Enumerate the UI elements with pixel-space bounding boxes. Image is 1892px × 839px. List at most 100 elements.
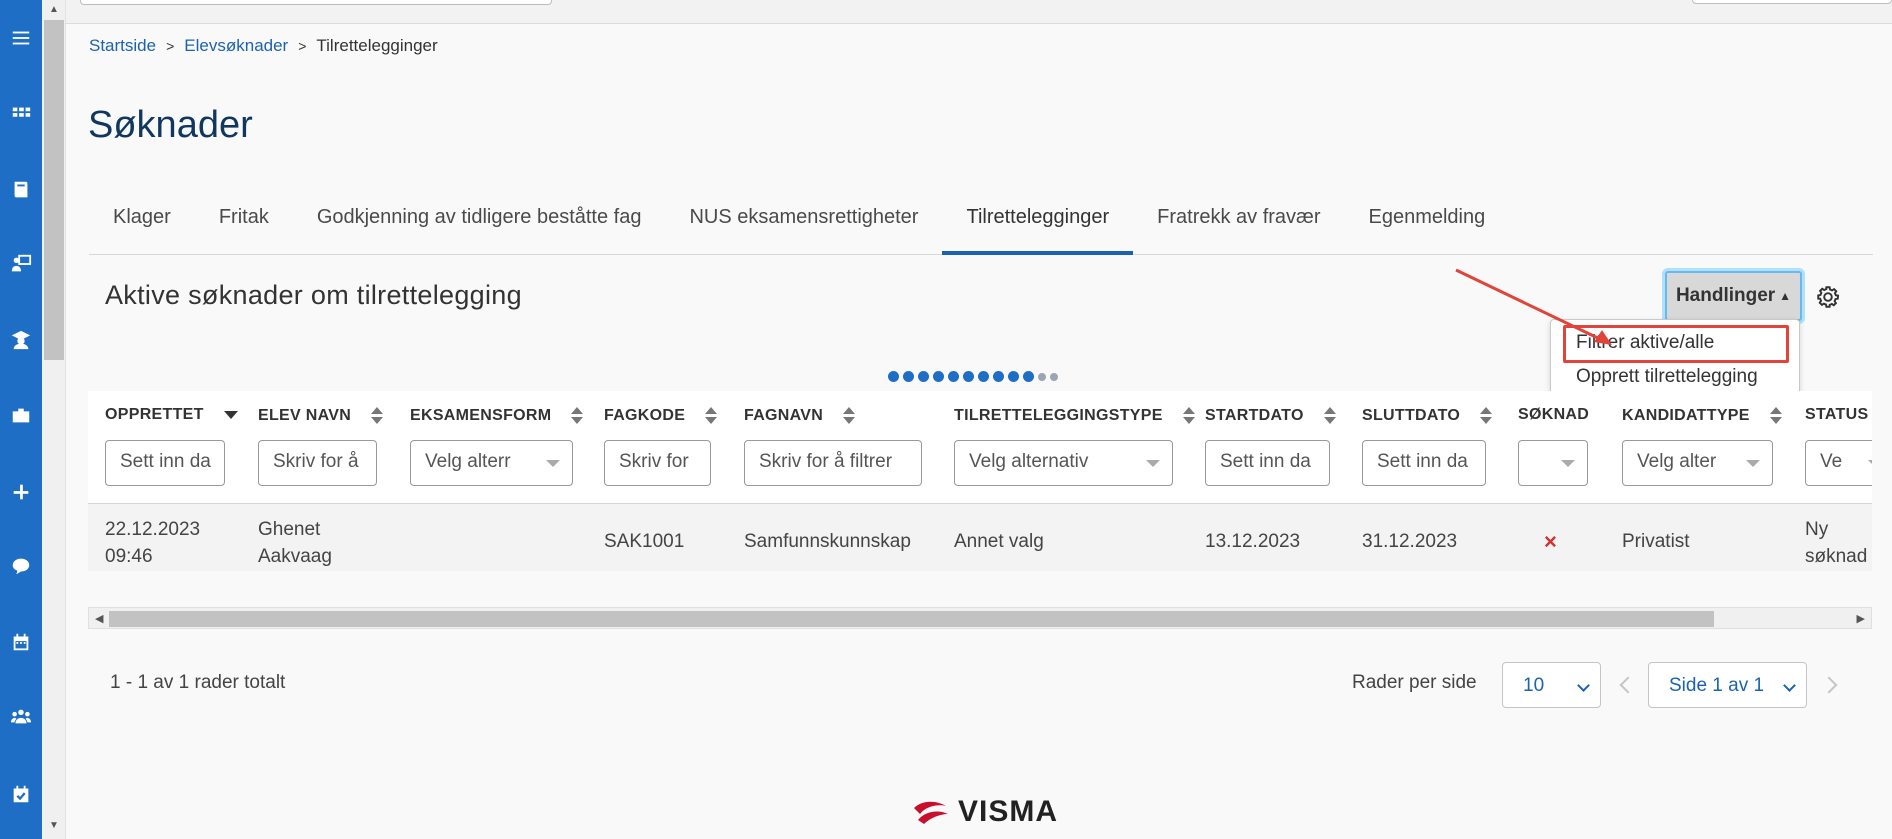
book-icon[interactable] <box>9 178 33 202</box>
section-title: Aktive søknader om tilrettelegging <box>105 280 522 310</box>
scroll-left-icon[interactable]: ◀ <box>95 612 103 625</box>
student-icon[interactable] <box>9 328 33 352</box>
column-header-kandidattype[interactable]: KANDIDATTYPE <box>1622 406 1782 426</box>
top-right-control[interactable] <box>1692 0 1892 4</box>
scroll-down-icon[interactable]: ▼ <box>48 820 60 832</box>
rows-per-page-label: Rader per side <box>1352 672 1477 693</box>
table-header: OPPRETTET ELEV NAVN EKSAMENSFORM FAGKODE… <box>88 391 1872 504</box>
sort-icon <box>571 406 584 426</box>
chevron-right-icon: > <box>166 38 175 54</box>
vertical-scrollbar[interactable]: ▲ ▼ <box>42 0 66 839</box>
cell-status: Ny søknad <box>1805 519 1868 567</box>
menu-item-create-accommodation[interactable]: Opprett tilrettelegging <box>1576 366 1758 388</box>
gear-icon[interactable] <box>1815 284 1841 310</box>
calendar-check-icon[interactable] <box>9 782 33 806</box>
cell-tilretteleggingstype: Annet valg <box>954 531 1044 552</box>
caret-up-icon: ▲ <box>1779 289 1792 303</box>
apps-grid-icon[interactable] <box>9 102 33 126</box>
sort-icon <box>371 406 384 426</box>
column-header-status[interactable]: STATUS <box>1805 406 1868 424</box>
filter-kandidattype[interactable]: Velg alter <box>1622 440 1773 486</box>
tab-tilrettelegginger[interactable]: Tilrettelegginger <box>942 182 1134 255</box>
main-content: Startside > Elevsøknader > Tilretteleggi… <box>66 24 1892 839</box>
column-header-elev-navn[interactable]: ELEV NAVN <box>258 406 384 426</box>
scrollbar-thumb[interactable] <box>44 20 64 360</box>
horizontal-scrollbar[interactable]: ◀ ▶ <box>88 607 1872 629</box>
filter-tilretteleggingstype[interactable]: Velg alternativ <box>954 440 1173 486</box>
breadcrumb-current: Tilrettelegginger <box>316 36 438 55</box>
breadcrumb-home[interactable]: Startside <box>89 36 156 56</box>
side-navigation <box>0 0 42 839</box>
visma-logo: VISMA <box>912 795 1058 829</box>
visma-wordmark: VISMA <box>958 795 1059 828</box>
cell-fagkode: SAK1001 <box>604 531 685 552</box>
column-header-startdato[interactable]: STARTDATO <box>1205 406 1336 426</box>
page-title: Søknader <box>88 104 253 146</box>
rows-per-page-select[interactable]: 10 <box>1502 662 1601 708</box>
page-select[interactable]: Side 1 av 1 <box>1648 662 1807 708</box>
cell-sluttdato: 31.12.2023 <box>1362 531 1458 552</box>
teacher-icon[interactable] <box>9 252 33 276</box>
column-header-eksamensform[interactable]: EKSAMENSFORM <box>410 406 584 426</box>
visma-logo-mark-icon <box>914 801 948 824</box>
sort-descending-icon <box>223 411 238 419</box>
cell-elev-navn: Ghenet Aakvaag <box>258 519 332 567</box>
filter-startdato[interactable]: Sett inn da <box>1205 440 1330 486</box>
tab-klager[interactable]: Klager <box>89 182 195 255</box>
sort-icon <box>1323 406 1336 426</box>
filter-eksamensform[interactable]: Velg alterr <box>410 440 573 486</box>
scroll-right-icon[interactable]: ▶ <box>1857 612 1865 625</box>
column-header-sluttdato[interactable]: SLUTTDATO <box>1362 406 1493 426</box>
cell-fagnavn: Samfunnskunnskap <box>744 531 911 552</box>
next-page-icon[interactable] <box>1823 674 1837 694</box>
column-header-soknad[interactable]: SØKNAD <box>1518 406 1589 424</box>
loading-indicator <box>888 371 1058 382</box>
table-row[interactable]: 22.12.2023 09:46 Ghenet Aakvaag SAK1001 Sa… <box>88 504 1872 571</box>
briefcase-icon[interactable] <box>9 404 33 428</box>
tab-egenmelding[interactable]: Egenmelding <box>1345 182 1510 255</box>
calendar-icon[interactable] <box>9 630 33 654</box>
breadcrumb: Startside > Elevsøknader > Tilretteleggi… <box>89 36 438 56</box>
filter-elev-navn[interactable]: Skriv for å <box>258 440 377 486</box>
column-header-tilretteleggingstype[interactable]: TILRETTELEGGINGSTYPE <box>954 406 1195 426</box>
column-header-opprettet[interactable]: OPPRETTET <box>105 406 238 424</box>
close-icon: × <box>1544 529 1557 554</box>
sort-icon <box>843 406 856 426</box>
filter-status[interactable]: Ve <box>1805 440 1872 486</box>
scroll-up-icon[interactable]: ▲ <box>48 4 60 16</box>
tab-fratrekk-av-fravaer[interactable]: Fratrekk av fravær <box>1133 182 1344 255</box>
cell-startdato: 13.12.2023 <box>1205 531 1301 552</box>
top-bar <box>66 0 1892 24</box>
filter-fagkode[interactable]: Skriv for <box>604 440 711 486</box>
actions-dropdown-menu: Filtrer aktive/alle Opprett tilrettelegg… <box>1550 319 1800 401</box>
horizontal-scrollbar-thumb[interactable] <box>109 611 1714 627</box>
sort-icon <box>1480 406 1493 426</box>
chat-icon[interactable] <box>9 554 33 578</box>
users-icon[interactable] <box>9 704 33 728</box>
filter-sluttdato[interactable]: Sett inn da <box>1362 440 1486 486</box>
sort-icon <box>1769 406 1782 426</box>
tab-bar: Klager Fritak Godkjenning av tidligere b… <box>89 182 1873 255</box>
menu-item-filter-active-all[interactable]: Filtrer aktive/alle <box>1576 332 1714 354</box>
sort-icon <box>705 406 718 426</box>
applications-table: OPPRETTET ELEV NAVN EKSAMENSFORM FAGKODE… <box>88 391 1872 571</box>
actions-button[interactable]: Handlinger ▲ <box>1665 271 1802 321</box>
sort-icon <box>1182 406 1195 426</box>
plus-icon[interactable] <box>9 480 33 504</box>
actions-button-label: Handlinger <box>1675 285 1776 306</box>
cell-opprettet: 22.12.2023 09:46 <box>105 519 201 567</box>
breadcrumb-parent[interactable]: Elevsøknader <box>184 36 288 56</box>
chevron-right-icon: > <box>298 38 307 54</box>
top-search-input[interactable] <box>80 0 552 5</box>
filter-fagnavn[interactable]: Skriv for å filtrer <box>744 440 922 486</box>
row-count-summary: 1 - 1 av 1 rader totalt <box>110 672 286 693</box>
filter-opprettet[interactable]: Sett inn da <box>105 440 225 486</box>
tab-fritak[interactable]: Fritak <box>195 182 293 255</box>
column-header-fagnavn[interactable]: FAGNAVN <box>744 406 856 426</box>
tab-godkjenning[interactable]: Godkjenning av tidligere beståtte fag <box>293 182 666 255</box>
hamburger-menu-icon[interactable] <box>9 26 33 50</box>
tab-nus-eksamensrettigheter[interactable]: NUS eksamensrettigheter <box>665 182 942 255</box>
previous-page-icon[interactable] <box>1618 674 1632 694</box>
column-header-fagkode[interactable]: FAGKODE <box>604 406 718 426</box>
filter-soknad[interactable] <box>1518 440 1588 486</box>
